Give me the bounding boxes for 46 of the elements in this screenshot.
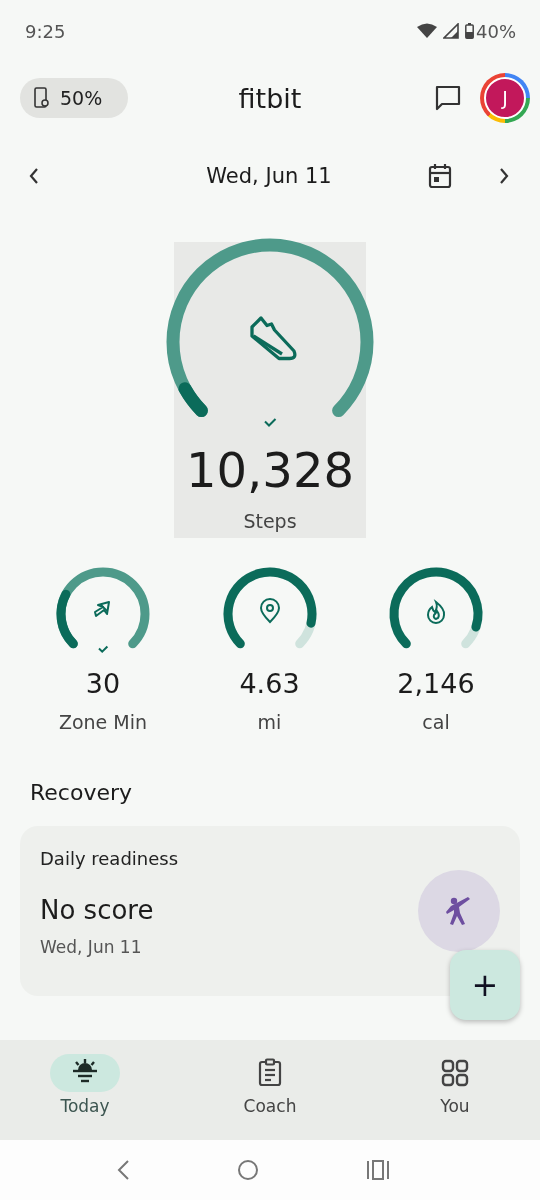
next-day-button[interactable] [498, 167, 510, 185]
stat-label: mi [257, 711, 282, 733]
calendar-icon [428, 163, 452, 189]
date-label: Wed, Jun 11 [205, 164, 333, 188]
battery-percent: 40% [476, 20, 516, 42]
figure-icon [446, 896, 472, 926]
stat-value: 30 [85, 667, 121, 701]
card-background[interactable] [174, 242, 366, 538]
phone-icon [34, 87, 50, 109]
nav-tab[interactable]: Today [30, 1054, 140, 1140]
calendar-button[interactable] [428, 163, 452, 189]
wifi-icon [417, 23, 437, 39]
app-title: fitbit [237, 82, 303, 114]
profile-avatar[interactable]: J [480, 73, 530, 123]
check-icon [264, 418, 277, 427]
previous-day-button[interactable] [28, 167, 40, 185]
home-icon[interactable] [237, 1159, 259, 1181]
arrows-icon [94, 601, 110, 617]
readiness-score: No score [40, 895, 154, 925]
stat-label: Zone Min [58, 711, 148, 733]
chevron-right-icon [498, 167, 510, 185]
battery-icon [465, 23, 474, 39]
messages-button[interactable] [434, 84, 462, 112]
back-icon[interactable] [116, 1159, 130, 1181]
nav-tab[interactable]: You [400, 1054, 510, 1140]
nav-tab[interactable]: Coach [215, 1054, 325, 1140]
steps-count: 10,328 [186, 441, 354, 500]
chevron-left-icon [28, 167, 40, 185]
stat-value: 2,146 [397, 667, 475, 701]
recents-icon[interactable] [366, 1159, 390, 1181]
chat-icon [434, 84, 462, 112]
stat-value: 4.63 [239, 667, 300, 701]
grid-icon [440, 1058, 470, 1088]
card-date: Wed, Jun 11 [40, 937, 142, 957]
clock-time: 9:25 [25, 20, 66, 42]
location-pin-icon [259, 598, 280, 623]
add-button[interactable]: + [450, 950, 520, 1020]
check-icon [98, 645, 109, 654]
device-battery-chip[interactable]: 50% [20, 78, 128, 118]
section-title: Recovery [29, 779, 133, 805]
card-title: Daily readiness [40, 848, 179, 869]
shoe-icon [250, 316, 297, 361]
flame-icon [427, 601, 446, 624]
signal-icon [443, 23, 459, 39]
stat-label: cal [422, 711, 450, 733]
steps-label: Steps [243, 510, 297, 532]
